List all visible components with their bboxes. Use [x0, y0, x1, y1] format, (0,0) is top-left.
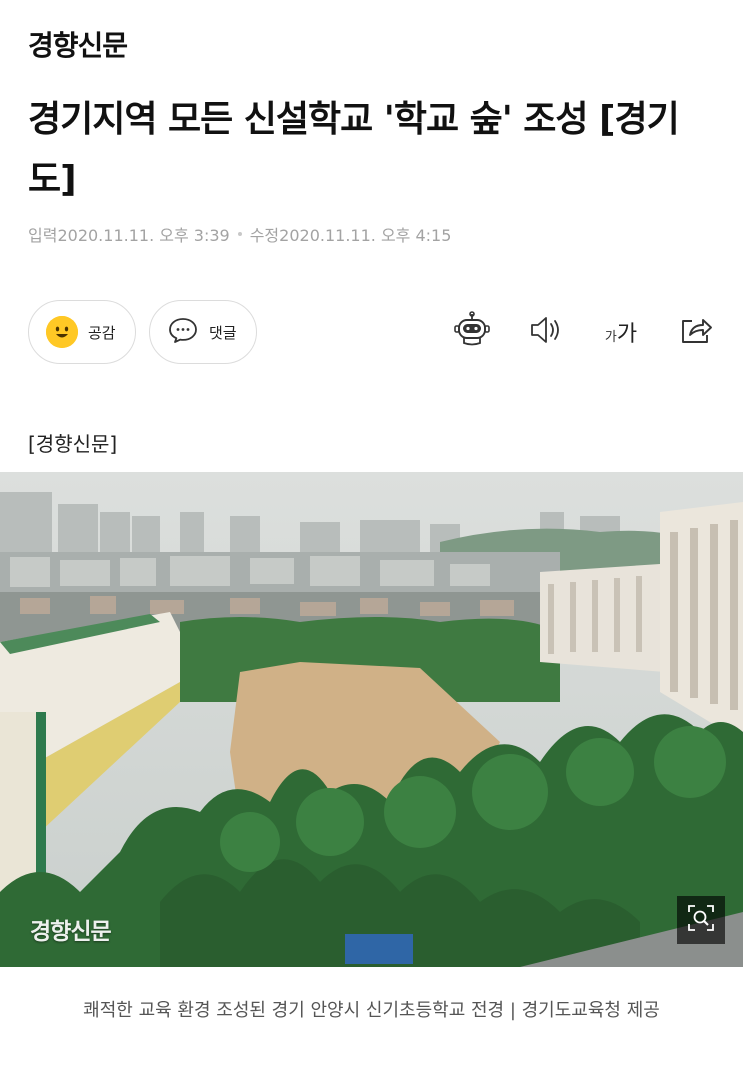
like-button[interactable]: 공감 — [28, 300, 136, 364]
comment-label: 댓글 — [209, 323, 237, 342]
article-meta: 입력 2020.11.11. 오후 3:39 수정 2020.11.11. 오후… — [28, 222, 451, 246]
summary-bot-button[interactable] — [450, 310, 494, 354]
smile-icon — [46, 316, 78, 348]
article-headline: 경기지역 모든 신설학교 '학교 숲' 조성 [경기도] — [28, 99, 680, 200]
source-label: [경향신문] — [28, 432, 118, 456]
input-time: 2020.11.11. 오후 3:39 — [57, 226, 230, 245]
photo-caption: 쾌적한 교육 환경 조성된 경기 안양시 신기초등학교 전경 | 경기도교육청 … — [83, 1000, 660, 1021]
speaker-icon — [527, 312, 563, 352]
comment-button[interactable]: 댓글 — [149, 300, 257, 364]
share-icon — [677, 311, 715, 353]
share-button[interactable] — [674, 310, 718, 354]
school-aerial-photo — [0, 472, 743, 967]
zoom-icon — [686, 903, 716, 937]
robot-icon — [452, 310, 492, 354]
edit-time: 2020.11.11. 오후 4:15 — [279, 226, 452, 245]
photo-watermark: 경향신문 — [30, 919, 112, 945]
listen-button[interactable] — [523, 310, 567, 354]
brand-logo[interactable]: 경향신문 — [28, 24, 128, 64]
input-label: 입력 — [28, 226, 58, 245]
edit-label: 수정 — [249, 226, 280, 245]
comment-bubble-icon — [167, 314, 199, 350]
font-size-button[interactable]: 가가 — [596, 310, 646, 354]
article-photo[interactable] — [0, 472, 743, 967]
font-size-icon: 가가 — [604, 322, 638, 347]
like-label: 공감 — [88, 323, 116, 342]
meta-separator — [237, 232, 242, 236]
zoom-button[interactable] — [677, 896, 725, 944]
